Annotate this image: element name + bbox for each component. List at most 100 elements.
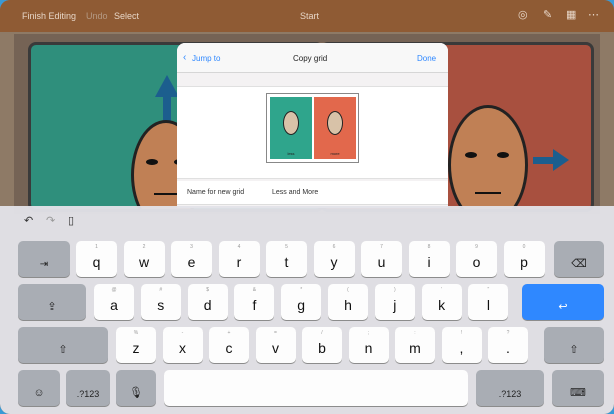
key-hint: 2 bbox=[142, 244, 146, 250]
key-row3-1[interactable]: -x bbox=[162, 327, 203, 363]
preview-label: less bbox=[287, 151, 295, 156]
key-row1-0[interactable]: 1q bbox=[76, 241, 117, 277]
name-field[interactable]: Less and More bbox=[272, 189, 318, 196]
key-hint: 9 bbox=[475, 244, 478, 250]
key-row3-3[interactable]: = v bbox=[255, 327, 296, 363]
key-row2-8[interactable]: " l bbox=[468, 284, 509, 320]
select-button[interactable]: Select bbox=[114, 11, 139, 21]
key-label: c bbox=[225, 340, 233, 356]
wrench-icon[interactable]: ✎ bbox=[543, 8, 552, 21]
tab-key[interactable]: ⇥ bbox=[18, 241, 70, 277]
undo-button[interactable]: Undo bbox=[86, 11, 108, 21]
key-row3-2[interactable]: + c bbox=[209, 327, 249, 363]
key-row3-8[interactable]: ?. bbox=[488, 327, 528, 363]
key-hint: : bbox=[414, 330, 416, 336]
key-row1-1[interactable]: 2w bbox=[123, 241, 165, 277]
key-label: x bbox=[179, 340, 186, 356]
key-row2-2[interactable]: $ d bbox=[187, 284, 228, 320]
key-label: n bbox=[364, 340, 373, 356]
key-hint: @ bbox=[111, 287, 117, 293]
key-row1-3[interactable]: 4r bbox=[218, 241, 260, 277]
done-button[interactable]: Done bbox=[417, 54, 436, 63]
key-label: r bbox=[236, 254, 242, 270]
key-label: s bbox=[157, 297, 165, 313]
key-label: l bbox=[486, 297, 490, 313]
key-label: m bbox=[409, 340, 421, 356]
return-key[interactable]: ↩ bbox=[522, 284, 604, 320]
copy-grid-dialog: ‹ Jump to Copy grid Done less more Name … bbox=[177, 43, 448, 208]
key-row3-5[interactable]: ; n bbox=[348, 327, 389, 363]
key-row3-7[interactable]: !, bbox=[441, 327, 482, 363]
key-label: . bbox=[506, 340, 510, 356]
key-hint: ' bbox=[441, 287, 443, 293]
right-arrow-icon bbox=[553, 149, 569, 171]
key-row1-4[interactable]: 5t bbox=[266, 241, 307, 277]
key-label: p bbox=[520, 254, 528, 270]
key-row3-6[interactable]: :m bbox=[395, 327, 435, 363]
jump-to-button[interactable]: Jump to bbox=[192, 54, 220, 63]
finish-editing-button[interactable]: Finish Editing bbox=[22, 11, 76, 21]
layers-icon[interactable]: ◎ bbox=[518, 8, 528, 21]
key-hint: 8 bbox=[427, 244, 431, 250]
key-label: t bbox=[284, 254, 289, 270]
key-label: g bbox=[297, 297, 306, 313]
key-label: z bbox=[132, 340, 140, 356]
up-arrow-icon bbox=[155, 75, 179, 97]
backspace-key[interactable]: ⌫ bbox=[554, 241, 604, 277]
grid-icon[interactable]: ▦ bbox=[566, 8, 576, 21]
name-label: Name for new grid bbox=[187, 189, 245, 196]
key-label: d bbox=[203, 297, 212, 313]
key-hint: " bbox=[487, 287, 490, 293]
more-icon[interactable]: ⋯ bbox=[588, 8, 599, 21]
top-toolbar: Finish Editing Undo Select Start ◎ ✎ ▦ ⋯ bbox=[0, 0, 614, 32]
face-icon bbox=[327, 111, 343, 135]
key-label: e bbox=[187, 254, 196, 270]
key-row3-0[interactable]: % z bbox=[116, 327, 156, 363]
microphone-key[interactable]: 🎙 bbox=[116, 370, 156, 406]
key-hint: ; bbox=[367, 330, 370, 336]
key-hint: 5 bbox=[285, 244, 288, 250]
key-hint: * bbox=[300, 287, 303, 293]
key-row2-1[interactable]: # s bbox=[140, 284, 181, 320]
shift-right-key[interactable]: ⇧ bbox=[544, 327, 604, 363]
clipboard-icon[interactable]: ▯ bbox=[68, 214, 74, 227]
key-row2-6[interactable]: ) j bbox=[374, 284, 415, 320]
key-row1-9[interactable]: 0p bbox=[503, 241, 545, 277]
key-row2-7[interactable]: ' k bbox=[421, 284, 462, 320]
space-bar[interactable] bbox=[164, 370, 468, 406]
preview-label: more bbox=[330, 151, 340, 156]
emoji-key[interactable]: ☺ bbox=[18, 370, 60, 406]
dialog-header: ‹ Jump to Copy grid Done bbox=[177, 43, 448, 73]
key-hint: 3 bbox=[190, 244, 193, 250]
key-row3-4[interactable]: / b bbox=[302, 327, 342, 363]
numbers-key-left[interactable]: .?123 bbox=[66, 370, 110, 406]
key-hint: 6 bbox=[332, 244, 336, 250]
chevron-left-icon[interactable]: ‹ bbox=[183, 52, 186, 63]
key-hint: ! bbox=[460, 330, 463, 336]
key-row2-3[interactable]: & f bbox=[234, 284, 275, 320]
app-frame: Finish Editing Undo Select Start ◎ ✎ ▦ ⋯ bbox=[0, 0, 614, 414]
key-hint: % bbox=[133, 330, 139, 336]
key-label: w bbox=[138, 254, 150, 270]
key-row2-0[interactable]: @ a bbox=[94, 284, 134, 320]
grid-preview: less more bbox=[177, 86, 448, 179]
key-row1-5[interactable]: 6y bbox=[313, 241, 355, 277]
caps-lock-key[interactable]: ⇪ bbox=[18, 284, 86, 320]
key-hint: / bbox=[321, 330, 323, 336]
key-row1-8[interactable]: 9o bbox=[456, 241, 497, 277]
shift-left-key[interactable]: ⇧ bbox=[18, 327, 108, 363]
key-hint: & bbox=[252, 287, 257, 293]
key-label: i bbox=[427, 254, 431, 270]
key-row1-2[interactable]: 3e bbox=[171, 241, 212, 277]
undo-icon[interactable]: ↶ bbox=[24, 214, 33, 227]
hide-keyboard-key[interactable]: ⌨ bbox=[552, 370, 604, 406]
key-label: q bbox=[92, 254, 101, 270]
key-row1-6[interactable]: 7u bbox=[361, 241, 402, 277]
page-title: Start bbox=[300, 11, 320, 21]
key-row2-4[interactable]: * g bbox=[281, 284, 322, 320]
key-row1-7[interactable]: 8i bbox=[408, 241, 450, 277]
key-label: o bbox=[472, 254, 481, 270]
redo-icon[interactable]: ↷ bbox=[46, 214, 55, 227]
numbers-key-right[interactable]: .?123 bbox=[476, 370, 544, 406]
key-row2-5[interactable]: (h bbox=[328, 284, 368, 320]
